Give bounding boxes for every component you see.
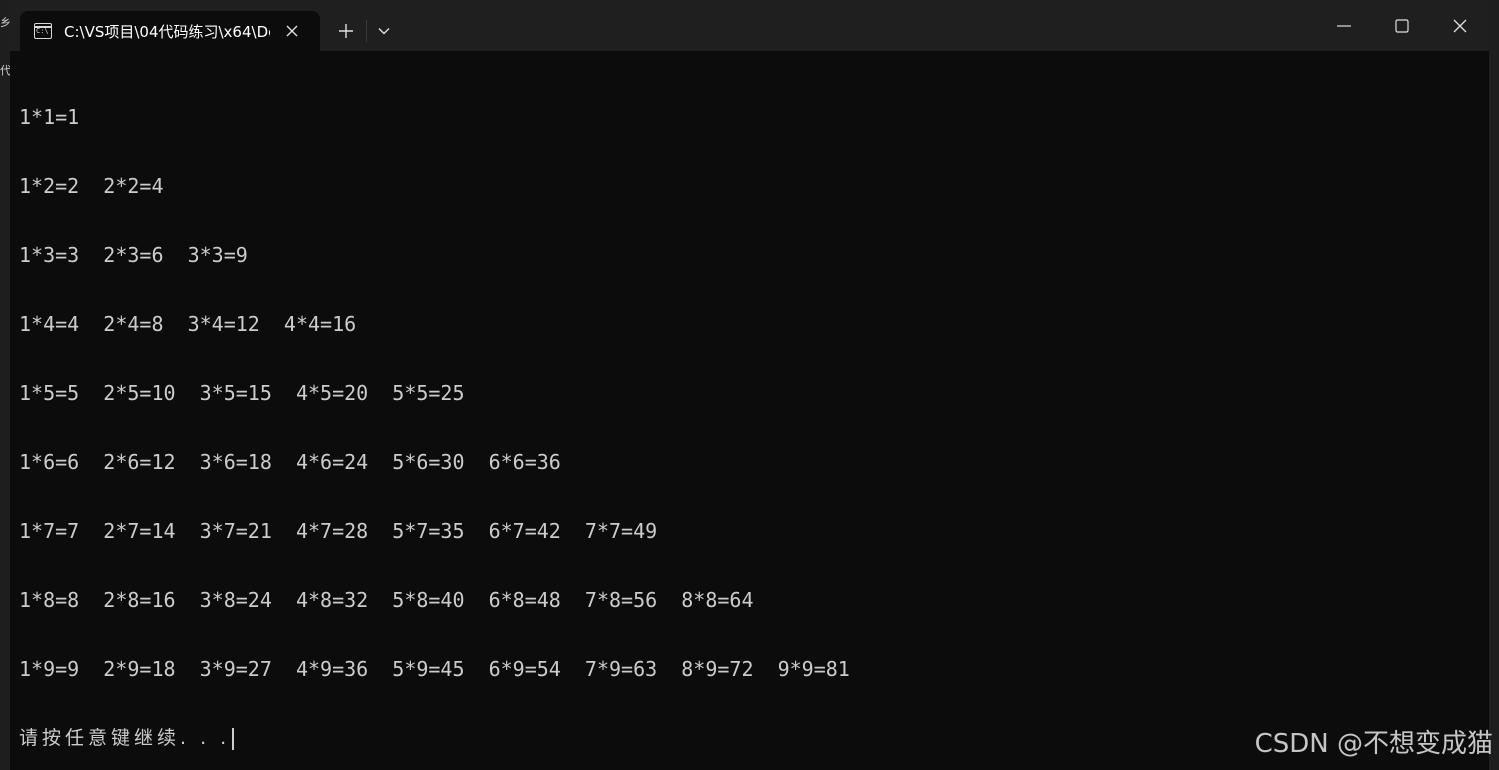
console-line: 1*9=9 2*9=18 3*9=27 4*9=36 5*9=45 6*9=54… [19,657,850,681]
watermark: CSDN @不想变成猫 [1254,729,1493,759]
close-icon [1453,19,1467,32]
terminal-window: C:\ C:\VS项目\04代码练习\x64\De 1*1=1 1*2=2 2*… [10,0,1489,770]
console-line: 1*5=5 2*5=10 3*5=15 4*5=20 5*5=25 [19,381,465,405]
maximize-button[interactable] [1373,0,1431,51]
console-line: 1*1=1 [19,105,80,129]
console-line: 1*6=6 2*6=12 3*6=18 4*6=24 5*6=30 6*6=36 [19,450,561,474]
console-line: 1*8=8 2*8=16 3*8=24 4*8=32 5*8=40 6*8=48… [19,588,754,612]
console-icon-glyph: C:\ [36,27,49,35]
console-output[interactable]: 1*1=1 1*2=2 2*2=4 1*3=3 2*3=6 3*3=9 1*4=… [19,60,1469,750]
minimize-button[interactable] [1315,0,1373,51]
console-line: 1*4=4 2*4=8 3*4=12 4*4=16 [19,312,357,336]
console-icon: C:\ [34,23,52,39]
tab-close-button[interactable] [282,21,302,41]
chevron-down-icon [378,28,390,35]
scrollbar[interactable] [1479,52,1489,770]
background-left-edge: 乡 代 [0,0,11,770]
minimize-icon [1337,24,1351,27]
prompt-line: 请按任意键继续. . . [19,727,1469,750]
title-bar[interactable]: C:\ C:\VS项目\04代码练习\x64\De [10,0,1489,51]
tab-separator [366,20,367,42]
new-tab-button[interactable] [332,17,360,45]
console-line: 1*2=2 2*2=4 [19,174,164,198]
close-icon [286,25,298,37]
maximize-icon [1395,18,1409,33]
tab-title: C:\VS项目\04代码练习\x64\De [64,22,270,41]
background-right-edge [1489,0,1499,770]
text-cursor [232,727,235,750]
plus-icon [339,24,353,38]
profile-dropdown-button[interactable] [371,17,397,45]
continue-prompt: 请按任意键继续. . . [19,727,231,749]
close-window-button[interactable] [1431,0,1489,51]
tab-console[interactable]: C:\ C:\VS项目\04代码练习\x64\De [20,11,320,51]
console-line: 1*3=3 2*3=6 3*3=9 [19,243,248,267]
console-line: 1*7=7 2*7=14 3*7=21 4*7=28 5*7=35 6*7=42… [19,519,658,543]
